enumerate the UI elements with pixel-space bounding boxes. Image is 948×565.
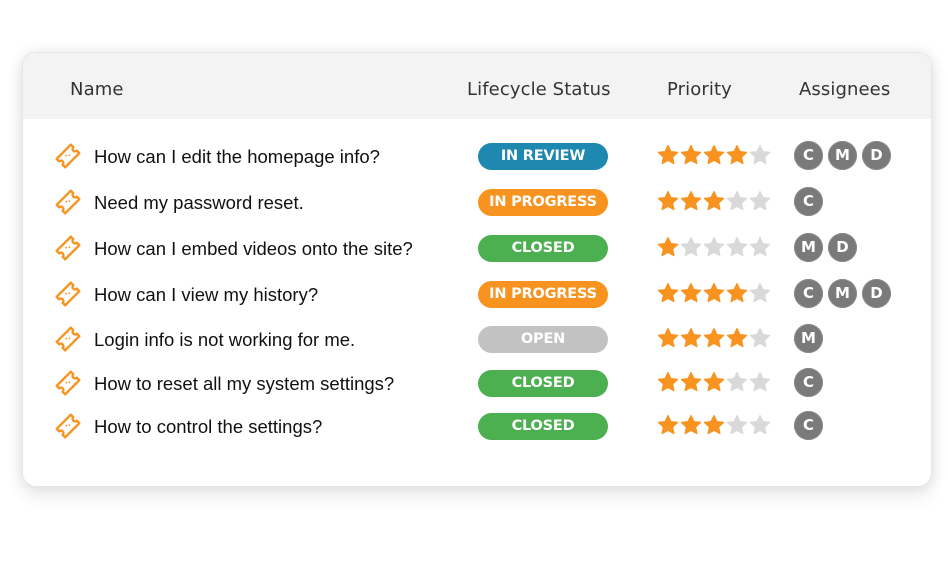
table-row[interactable]: How can I embed videos onto the site? CL…: [23, 230, 931, 270]
star-empty-icon: [749, 327, 771, 349]
priority-rating: [657, 190, 771, 212]
table-row[interactable]: How to control the settings? CLOSED C: [23, 408, 931, 448]
star-filled-icon: [657, 236, 679, 258]
star-filled-icon: [657, 190, 679, 212]
star-empty-icon: [726, 371, 748, 393]
ticket-icon: [53, 141, 83, 171]
assignee-avatar[interactable]: C: [794, 187, 823, 216]
assignee-list: CMD: [794, 141, 891, 170]
ticket-name[interactable]: How to reset all my system settings?: [94, 373, 394, 395]
ticket-icon: [53, 279, 83, 309]
star-filled-icon: [726, 144, 748, 166]
assignee-avatar[interactable]: D: [828, 233, 857, 262]
priority-rating: [657, 327, 771, 349]
star-filled-icon: [680, 327, 702, 349]
star-filled-icon: [680, 282, 702, 304]
assignee-avatar[interactable]: C: [794, 141, 823, 170]
ticket-icon: [53, 187, 83, 217]
star-filled-icon: [680, 371, 702, 393]
table-row[interactable]: How to reset all my system settings? CLO…: [23, 365, 931, 405]
star-filled-icon: [703, 371, 725, 393]
star-empty-icon: [726, 414, 748, 436]
column-header-priority[interactable]: Priority: [667, 79, 732, 100]
star-filled-icon: [703, 327, 725, 349]
star-filled-icon: [703, 414, 725, 436]
star-empty-icon: [703, 236, 725, 258]
assignee-avatar[interactable]: C: [794, 411, 823, 440]
assignee-avatar[interactable]: M: [828, 141, 857, 170]
star-empty-icon: [749, 371, 771, 393]
assignee-avatar[interactable]: M: [794, 233, 823, 262]
assignee-list: C: [794, 411, 823, 440]
star-empty-icon: [749, 236, 771, 258]
assignee-avatar[interactable]: M: [794, 324, 823, 353]
priority-rating: [657, 236, 771, 258]
assignee-avatar[interactable]: C: [794, 279, 823, 308]
star-filled-icon: [680, 190, 702, 212]
star-empty-icon: [749, 190, 771, 212]
column-header-assignees[interactable]: Assignees: [799, 79, 890, 100]
assignee-list: M: [794, 324, 823, 353]
ticket-name[interactable]: How can I edit the homepage info?: [94, 146, 380, 168]
status-badge: IN PROGRESS: [478, 281, 608, 308]
status-badge: OPEN: [478, 326, 608, 353]
star-empty-icon: [749, 282, 771, 304]
star-filled-icon: [680, 414, 702, 436]
ticket-icon: [53, 411, 83, 441]
status-badge: CLOSED: [478, 235, 608, 262]
ticket-icon: [53, 233, 83, 263]
ticket-name[interactable]: Need my password reset.: [94, 192, 304, 214]
table-header: Name Lifecycle Status Priority Assignees: [23, 53, 931, 119]
star-filled-icon: [703, 190, 725, 212]
assignee-avatar[interactable]: C: [794, 368, 823, 397]
ticket-name[interactable]: Login info is not working for me.: [94, 329, 355, 351]
star-filled-icon: [657, 414, 679, 436]
priority-rating: [657, 414, 771, 436]
table-row[interactable]: Need my password reset. IN PROGRESS C: [23, 184, 931, 224]
assignee-avatar[interactable]: M: [828, 279, 857, 308]
ticket-name[interactable]: How can I embed videos onto the site?: [94, 238, 413, 260]
star-filled-icon: [703, 144, 725, 166]
ticket-name[interactable]: How can I view my history?: [94, 284, 318, 306]
ticket-name[interactable]: How to control the settings?: [94, 416, 322, 438]
ticket-icon: [53, 324, 83, 354]
star-filled-icon: [657, 327, 679, 349]
assignee-list: MD: [794, 233, 857, 262]
star-empty-icon: [749, 414, 771, 436]
star-empty-icon: [726, 236, 748, 258]
column-header-name[interactable]: Name: [70, 79, 124, 100]
star-empty-icon: [680, 236, 702, 258]
ticket-icon: [53, 368, 83, 398]
assignee-avatar[interactable]: D: [862, 279, 891, 308]
star-filled-icon: [657, 282, 679, 304]
status-badge: IN REVIEW: [478, 143, 608, 170]
star-filled-icon: [657, 144, 679, 166]
priority-rating: [657, 282, 771, 304]
assignee-avatar[interactable]: D: [862, 141, 891, 170]
star-filled-icon: [726, 327, 748, 349]
star-filled-icon: [680, 144, 702, 166]
assignee-list: C: [794, 368, 823, 397]
status-badge: IN PROGRESS: [478, 189, 608, 216]
status-badge: CLOSED: [478, 370, 608, 397]
column-header-status[interactable]: Lifecycle Status: [467, 79, 611, 100]
star-empty-icon: [726, 190, 748, 212]
star-filled-icon: [726, 282, 748, 304]
priority-rating: [657, 371, 771, 393]
star-filled-icon: [657, 371, 679, 393]
status-badge: CLOSED: [478, 413, 608, 440]
priority-rating: [657, 144, 771, 166]
assignee-list: C: [794, 187, 823, 216]
ticket-table-card: Name Lifecycle Status Priority Assignees…: [22, 52, 932, 487]
table-row[interactable]: How can I edit the homepage info? IN REV…: [23, 138, 931, 178]
table-row[interactable]: Login info is not working for me. OPEN M: [23, 321, 931, 361]
star-empty-icon: [749, 144, 771, 166]
star-filled-icon: [703, 282, 725, 304]
assignee-list: CMD: [794, 279, 891, 308]
table-row[interactable]: How can I view my history? IN PROGRESS C…: [23, 276, 931, 316]
